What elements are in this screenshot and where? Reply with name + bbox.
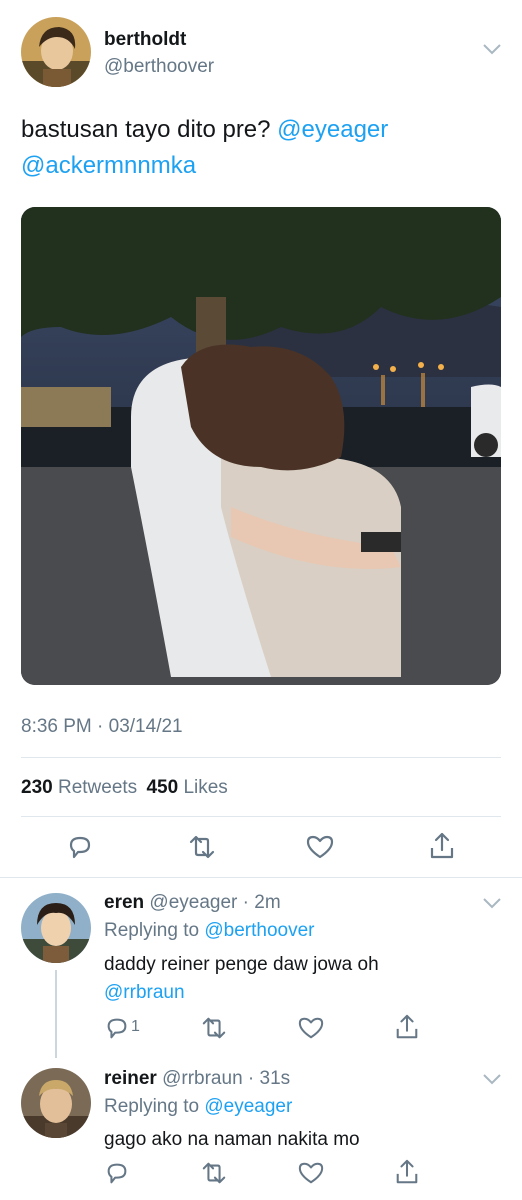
thread-line: [55, 970, 57, 1058]
reply-text: gago ako na naman nakita mo: [104, 1129, 360, 1150]
replying-to: Replying to @berthoover: [104, 920, 314, 942]
chevron-down-icon[interactable]: [482, 1072, 502, 1086]
mention-link[interactable]: @berthoover: [204, 920, 314, 941]
retweets-count[interactable]: 230: [21, 777, 53, 798]
mention-link[interactable]: @ackermnnmka: [21, 152, 196, 179]
chevron-down-icon[interactable]: [482, 42, 502, 56]
reply-header: eren @eyeager · 2m: [104, 892, 281, 914]
retweet-icon[interactable]: [200, 1015, 228, 1041]
like-icon[interactable]: [305, 833, 335, 861]
mention-link[interactable]: @eyeager: [277, 116, 388, 143]
avatar[interactable]: [21, 17, 91, 87]
reply-icon[interactable]: [104, 1015, 130, 1041]
chevron-down-icon[interactable]: [482, 896, 502, 910]
reply-author-name[interactable]: eren: [104, 892, 144, 913]
mention-link[interactable]: @eyeager: [204, 1096, 292, 1117]
reply-icon[interactable]: [66, 833, 94, 861]
reply-author-name[interactable]: reiner: [104, 1068, 157, 1089]
avatar[interactable]: [21, 1068, 91, 1138]
tweet-text: bastusan tayo dito pre? @eyeager @ackerm…: [21, 112, 501, 184]
retweet-icon[interactable]: [187, 833, 217, 861]
share-icon[interactable]: [394, 1158, 420, 1186]
tweet-stats: 230 Retweets 450 Likes: [21, 777, 228, 799]
retweets-label[interactable]: Retweets: [58, 777, 137, 798]
reply-author-handle[interactable]: @eyeager: [149, 892, 237, 913]
avatar[interactable]: [21, 893, 91, 963]
divider: [0, 877, 522, 878]
reply-text: daddy reiner penge daw jowa oh @rrbraun: [104, 951, 504, 1007]
like-icon[interactable]: [297, 1160, 325, 1186]
replying-to-label: Replying to: [104, 1096, 205, 1117]
replying-to-label: Replying to: [104, 920, 205, 941]
retweet-icon[interactable]: [200, 1160, 228, 1186]
author-handle[interactable]: @berthoover: [104, 56, 214, 78]
tweet-photo[interactable]: [21, 207, 501, 685]
reply-author-handle[interactable]: @rrbraun: [162, 1068, 243, 1089]
like-icon[interactable]: [297, 1015, 325, 1041]
replying-to: Replying to @eyeager: [104, 1096, 292, 1118]
tweet-text-plain: bastusan tayo dito pre?: [21, 116, 278, 143]
reply-time: · 2m: [242, 892, 281, 913]
share-icon[interactable]: [428, 831, 456, 861]
likes-label[interactable]: Likes: [183, 777, 227, 798]
reply-count: 1: [131, 1018, 140, 1035]
reply-header: reiner @rrbraun · 31s: [104, 1068, 290, 1090]
reply-icon[interactable]: [104, 1160, 130, 1186]
share-icon[interactable]: [394, 1013, 420, 1041]
reply-time: · 31s: [247, 1068, 291, 1089]
reply-text-plain: daddy reiner penge daw jowa oh: [104, 954, 379, 975]
divider: [21, 757, 501, 758]
author-name[interactable]: bertholdt: [104, 29, 186, 51]
mention-link[interactable]: @rrbraun: [104, 982, 185, 1003]
tweet-timestamp[interactable]: 8:36 PM · 03/14/21: [21, 716, 183, 738]
likes-count[interactable]: 450: [146, 777, 178, 798]
divider: [21, 816, 501, 817]
